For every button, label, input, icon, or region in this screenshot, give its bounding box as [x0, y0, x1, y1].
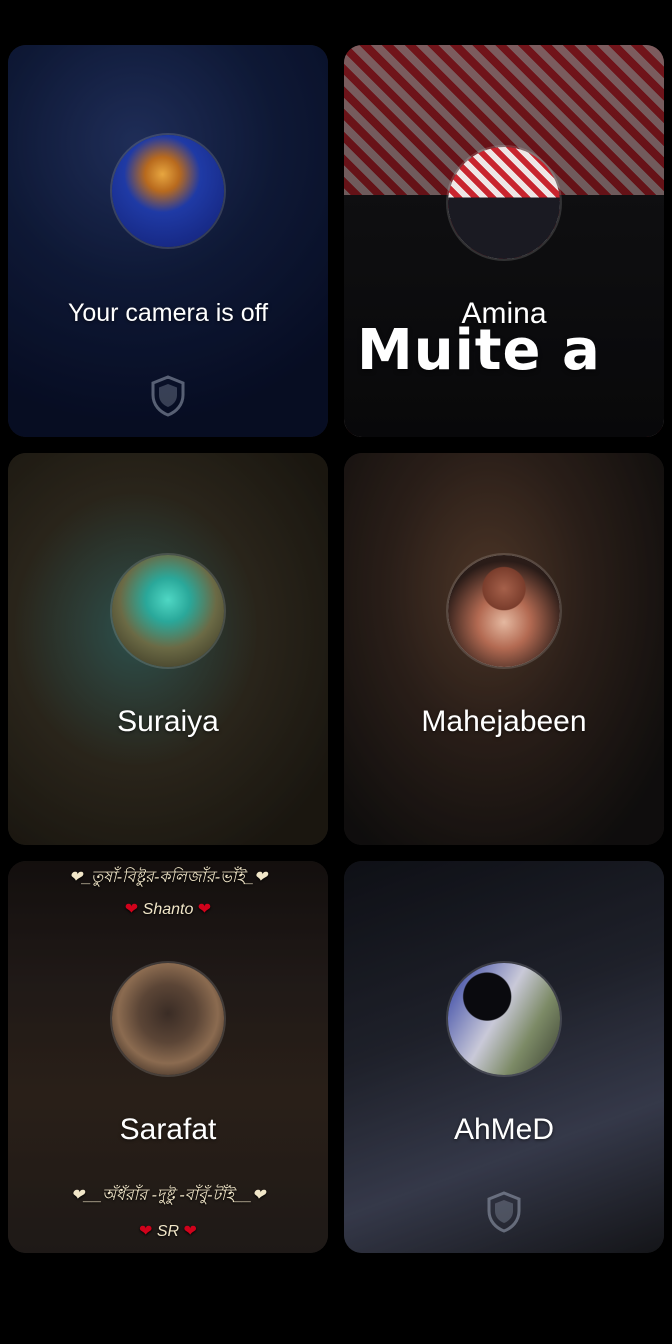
self-avatar: [112, 135, 224, 247]
shield-icon: [487, 1191, 521, 1233]
banner-bottom: ❤__অঁধঁরাঁর -দুষ্টু -বাঁবুঁ-টাঁই__❤: [70, 1187, 266, 1204]
shield-icon: [151, 375, 185, 417]
self-video-tile[interactable]: Your camera is off: [8, 45, 328, 437]
banner-top-name: ❤ Shanto ❤: [124, 901, 212, 918]
participant-avatar: [448, 555, 560, 667]
participant-avatar: [112, 555, 224, 667]
banner-top: ❤_তুষাঁ-বিষ্টুর-কলিজাঁর-ভাঁই_❤: [68, 869, 268, 886]
participant-name: Sarafat: [119, 1113, 217, 1146]
participant-tile-sarafat[interactable]: ❤_তুষাঁ-বিষ্টুর-কলিজাঁর-ভাঁই_❤ ❤ Shanto …: [8, 861, 328, 1253]
banner-bottom-name: ❤ SR ❤: [139, 1223, 197, 1240]
participant-avatar: [448, 147, 560, 259]
participant-avatar: [112, 963, 224, 1075]
camera-off-status: Your camera is off: [67, 299, 269, 327]
participant-tile-mahejabeen[interactable]: Mahejabeen: [344, 453, 664, 845]
overlay-caption: Muite a: [357, 318, 601, 383]
participant-tile-suraiya[interactable]: Suraiya: [8, 453, 328, 845]
participant-avatar: [448, 963, 560, 1075]
participant-name: AhMeD: [453, 1113, 555, 1146]
participant-name: Suraiya: [117, 705, 219, 738]
participant-tile-ahmed[interactable]: AhMeD: [344, 861, 664, 1253]
video-call-grid: Your camera is off Amina Suraiya Mahejab…: [0, 0, 672, 1344]
participant-name: Mahejabeen: [421, 705, 587, 738]
